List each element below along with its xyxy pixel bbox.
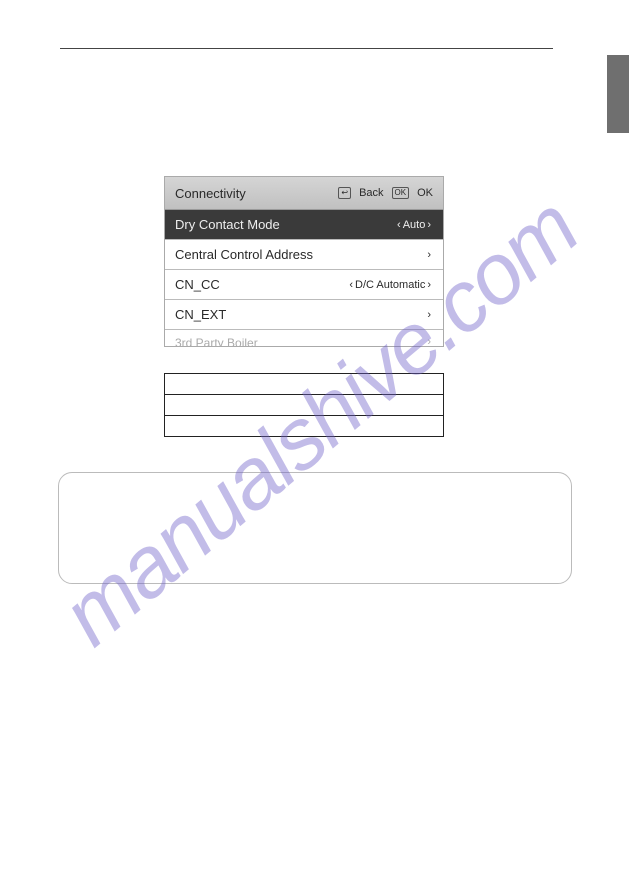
connectivity-panel: Connectivity ↩ Back OK OK Dry Contact Mo…: [164, 176, 444, 347]
table-row: [165, 374, 443, 395]
value-table: [164, 373, 444, 437]
panel-header: Connectivity ↩ Back OK OK: [165, 177, 443, 210]
panel-title: Connectivity: [175, 186, 338, 201]
menu-item-label: Dry Contact Mode: [175, 217, 395, 232]
table-row: [165, 395, 443, 416]
note-box: [58, 472, 572, 584]
menu-item-3rd-party-boiler[interactable]: 3rd Party Boiler ›: [165, 330, 443, 346]
menu-item-label: Central Control Address: [175, 247, 425, 262]
back-label: Back: [359, 187, 383, 199]
back-icon[interactable]: ↩: [338, 187, 351, 199]
panel-actions: ↩ Back OK OK: [338, 187, 433, 199]
menu-item-label: CN_EXT: [175, 307, 425, 322]
chevron-right-icon[interactable]: ›: [425, 219, 433, 231]
menu-item-central-control-address[interactable]: Central Control Address ›: [165, 240, 443, 270]
menu-item-value: Auto: [403, 219, 426, 231]
chevron-right-icon[interactable]: ›: [425, 336, 433, 346]
menu-item-dry-contact-mode[interactable]: Dry Contact Mode ‹ Auto ›: [165, 210, 443, 240]
chevron-left-icon[interactable]: ‹: [347, 279, 355, 291]
side-tab: [607, 55, 629, 133]
ok-icon[interactable]: OK: [392, 187, 410, 199]
page-divider: [60, 48, 553, 49]
chevron-right-icon[interactable]: ›: [425, 279, 433, 291]
chevron-left-icon[interactable]: ‹: [395, 219, 403, 231]
menu-item-value: D/C Automatic: [355, 279, 425, 291]
ok-label: OK: [417, 187, 433, 199]
chevron-right-icon[interactable]: ›: [425, 309, 433, 321]
table-row: [165, 416, 443, 437]
menu-item-label: CN_CC: [175, 277, 347, 292]
menu-item-cn-ext[interactable]: CN_EXT ›: [165, 300, 443, 330]
menu-item-cn-cc[interactable]: CN_CC ‹ D/C Automatic ›: [165, 270, 443, 300]
chevron-right-icon[interactable]: ›: [425, 249, 433, 261]
menu-item-label: 3rd Party Boiler: [175, 336, 425, 346]
